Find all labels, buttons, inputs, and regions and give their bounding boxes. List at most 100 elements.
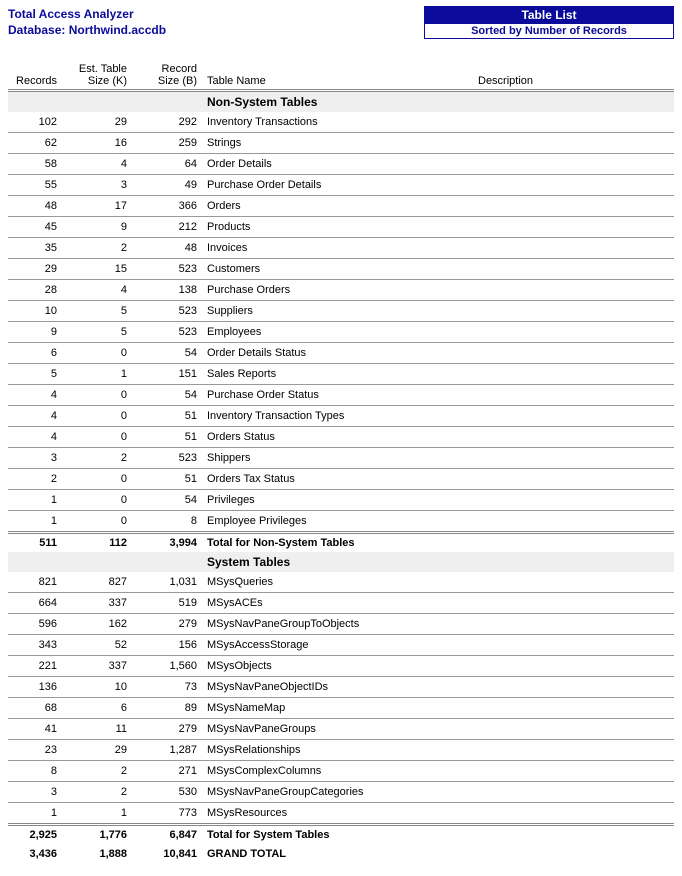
cell-records: 4 — [8, 385, 63, 406]
table-row: 108Employee Privileges — [8, 511, 674, 533]
cell-name: Orders Status — [203, 427, 474, 448]
cell-records: 28 — [8, 280, 63, 301]
cell-desc — [474, 133, 674, 154]
subtotal-est: 1,776 — [63, 825, 133, 845]
cell-est: 4 — [63, 280, 133, 301]
grand-est: 1,888 — [63, 844, 133, 864]
subtotal-records: 511 — [8, 533, 63, 553]
cell-records: 136 — [8, 677, 63, 698]
table-row: 1361073MSysNavPaneObjectIDs — [8, 677, 674, 698]
cell-desc — [474, 656, 674, 677]
cell-est: 827 — [63, 572, 133, 593]
cell-est: 4 — [63, 154, 133, 175]
cell-records: 55 — [8, 175, 63, 196]
cell-desc — [474, 448, 674, 469]
cell-name: MSysAccessStorage — [203, 635, 474, 656]
cell-desc — [474, 196, 674, 217]
cell-records: 1 — [8, 511, 63, 533]
subtotal-records: 2,925 — [8, 825, 63, 845]
cell-desc — [474, 698, 674, 719]
cell-bytes: 530 — [133, 782, 203, 803]
table-row: 4111279MSysNavPaneGroups — [8, 719, 674, 740]
grand-bytes: 10,841 — [133, 844, 203, 864]
cell-records: 68 — [8, 698, 63, 719]
cell-est: 5 — [63, 322, 133, 343]
cell-records: 102 — [8, 112, 63, 133]
cell-desc — [474, 364, 674, 385]
subtotal-bytes: 6,847 — [133, 825, 203, 845]
col-est-size: Est. Table Size (K) — [63, 63, 133, 91]
sort-subtitle: Sorted by Number of Records — [424, 24, 674, 39]
cell-bytes: 64 — [133, 154, 203, 175]
subtotal-row: 2,9251,7766,847Total for System Tables — [8, 825, 674, 845]
cell-records: 4 — [8, 406, 63, 427]
cell-records: 221 — [8, 656, 63, 677]
cell-bytes: 151 — [133, 364, 203, 385]
cell-bytes: 1,287 — [133, 740, 203, 761]
cell-name: MSysResources — [203, 803, 474, 825]
cell-records: 1 — [8, 490, 63, 511]
table-row: 2915523Customers — [8, 259, 674, 280]
cell-name: MSysObjects — [203, 656, 474, 677]
cell-name: Shippers — [203, 448, 474, 469]
cell-est: 2 — [63, 448, 133, 469]
cell-name: MSysNavPaneGroupCategories — [203, 782, 474, 803]
cell-desc — [474, 217, 674, 238]
cell-bytes: 523 — [133, 448, 203, 469]
cell-est: 0 — [63, 343, 133, 364]
cell-est: 162 — [63, 614, 133, 635]
cell-name: MSysNameMap — [203, 698, 474, 719]
cell-name: Inventory Transaction Types — [203, 406, 474, 427]
cell-bytes: 156 — [133, 635, 203, 656]
cell-records: 343 — [8, 635, 63, 656]
cell-est: 1 — [63, 364, 133, 385]
table-row: 55349Purchase Order Details — [8, 175, 674, 196]
cell-est: 2 — [63, 761, 133, 782]
cell-bytes: 138 — [133, 280, 203, 301]
cell-desc — [474, 635, 674, 656]
cell-records: 48 — [8, 196, 63, 217]
cell-name: Employees — [203, 322, 474, 343]
cell-bytes: 54 — [133, 385, 203, 406]
cell-name: Order Details Status — [203, 343, 474, 364]
table-row: 596162279MSysNavPaneGroupToObjects — [8, 614, 674, 635]
grand-label: GRAND TOTAL — [203, 844, 674, 864]
cell-records: 8 — [8, 761, 63, 782]
cell-name: Privileges — [203, 490, 474, 511]
cell-bytes: 1,031 — [133, 572, 203, 593]
cell-bytes: 73 — [133, 677, 203, 698]
table-row: 23291,287MSysRelationships — [8, 740, 674, 761]
cell-desc — [474, 469, 674, 490]
cell-est: 3 — [63, 175, 133, 196]
table-row: 82271MSysComplexColumns — [8, 761, 674, 782]
cell-desc — [474, 761, 674, 782]
cell-est: 29 — [63, 112, 133, 133]
cell-desc — [474, 385, 674, 406]
subtotal-label: Total for Non-System Tables — [203, 533, 674, 553]
cell-desc — [474, 677, 674, 698]
cell-records: 41 — [8, 719, 63, 740]
cell-bytes: 48 — [133, 238, 203, 259]
cell-bytes: 51 — [133, 406, 203, 427]
cell-bytes: 54 — [133, 343, 203, 364]
cell-est: 0 — [63, 406, 133, 427]
cell-bytes: 259 — [133, 133, 203, 154]
cell-name: Orders Tax Status — [203, 469, 474, 490]
cell-desc — [474, 322, 674, 343]
cell-records: 35 — [8, 238, 63, 259]
cell-bytes: 279 — [133, 614, 203, 635]
cell-name: Orders — [203, 196, 474, 217]
cell-records: 1 — [8, 803, 63, 825]
cell-est: 6 — [63, 698, 133, 719]
table-row: 2051Orders Tax Status — [8, 469, 674, 490]
grand-total-row: 3,436 1,888 10,841 GRAND TOTAL — [8, 844, 674, 864]
cell-name: MSysACEs — [203, 593, 474, 614]
cell-bytes: 89 — [133, 698, 203, 719]
table-row: 4054Purchase Order Status — [8, 385, 674, 406]
cell-records: 62 — [8, 133, 63, 154]
cell-bytes: 271 — [133, 761, 203, 782]
app-title: Total Access Analyzer — [8, 6, 166, 22]
table-row: 2213371,560MSysObjects — [8, 656, 674, 677]
cell-bytes: 292 — [133, 112, 203, 133]
cell-bytes: 212 — [133, 217, 203, 238]
